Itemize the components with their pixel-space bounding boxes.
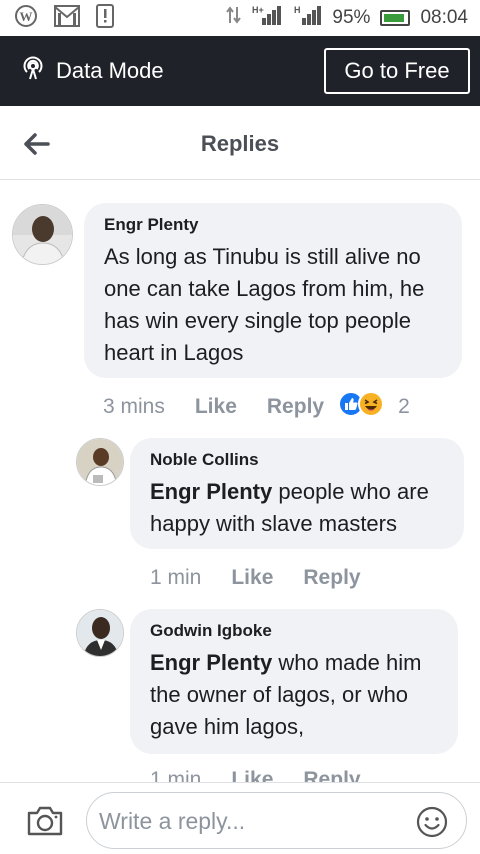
data-mode-indicator[interactable]: Data Mode: [20, 55, 164, 87]
battery-icon: [380, 10, 411, 26]
battery-percent: 95%: [332, 7, 371, 28]
reply-button[interactable]: Reply: [267, 395, 324, 419]
comment-text: As long as Tinubu is still alive no one …: [104, 244, 425, 365]
reactions[interactable]: [338, 391, 385, 423]
notification-icons: W: [14, 3, 114, 33]
reply-bubble[interactable]: Godwin Igboke Engr Plenty who made him t…: [130, 609, 458, 754]
avatar-godwin-igboke[interactable]: [76, 609, 124, 657]
reply-text: Engr Plenty people who are happy with sl…: [150, 476, 446, 540]
reply-text: Engr Plenty who made him the owner of la…: [150, 647, 440, 743]
reply-bubble[interactable]: Noble Collins Engr Plenty people who are…: [130, 438, 464, 549]
avatar-noble-collins[interactable]: [76, 438, 124, 486]
data-mode-label: Data Mode: [56, 58, 164, 83]
comment-bubble[interactable]: Engr Plenty As long as Tinubu is still a…: [84, 203, 462, 378]
signal-icon-2: H: [292, 4, 322, 32]
go-to-free-button[interactable]: Go to Free: [324, 48, 470, 94]
haha-reaction-icon: [358, 391, 385, 423]
data-transfer-icon: [226, 5, 242, 31]
clock: 08:04: [420, 7, 468, 28]
reply-time: 1 min: [150, 566, 202, 589]
svg-text:W: W: [20, 9, 33, 24]
replies-header: Replies: [0, 106, 480, 180]
like-button[interactable]: Like: [231, 768, 273, 782]
reply-actions: 1 min Like Reply: [150, 766, 361, 782]
reply-author[interactable]: Noble Collins: [150, 450, 446, 470]
reply-composer: [0, 782, 480, 854]
emoji-icon[interactable]: [416, 806, 448, 838]
page-title: Replies: [200, 131, 280, 156]
signal-icon-1: H+: [252, 4, 282, 32]
broadcast-icon: [20, 55, 46, 87]
wordpress-icon: W: [14, 4, 38, 33]
comment-actions: 3 mins Like Reply 2: [103, 391, 410, 423]
reply-input-container[interactable]: [86, 792, 467, 849]
reply-button[interactable]: Reply: [303, 768, 360, 782]
mention-tag[interactable]: Engr Plenty: [150, 650, 272, 675]
replies-thread[interactable]: Engr Plenty As long as Tinubu is still a…: [0, 180, 480, 782]
data-mode-bar: Data Mode Go to Free: [0, 36, 480, 106]
like-button[interactable]: Like: [195, 395, 237, 419]
reply-author[interactable]: Godwin Igboke: [150, 621, 440, 641]
mention-tag[interactable]: Engr Plenty: [150, 479, 272, 504]
network-type-1: H+: [252, 5, 264, 15]
status-bar: W H+ H 95% 08:04: [0, 0, 480, 36]
network-type-2: H: [294, 5, 301, 15]
alert-icon: [96, 3, 114, 33]
reaction-count[interactable]: 2: [398, 395, 410, 419]
like-button[interactable]: Like: [231, 566, 273, 590]
gmail-icon: [54, 4, 80, 32]
comment-author[interactable]: Engr Plenty: [104, 215, 444, 235]
camera-icon[interactable]: [26, 805, 64, 837]
battery-level: [384, 14, 405, 22]
system-status: H+ H 95% 08:04: [226, 4, 468, 32]
reply-button[interactable]: Reply: [303, 566, 360, 590]
comment-time: 3 mins: [103, 395, 165, 418]
reply-input[interactable]: [99, 805, 399, 837]
reply-time: 1 min: [150, 768, 202, 782]
avatar-engr-plenty[interactable]: [12, 204, 73, 265]
reply-actions: 1 min Like Reply: [150, 564, 361, 592]
app: W H+ H 95% 08:04 Data Mode Go to Free Re…: [0, 0, 480, 854]
